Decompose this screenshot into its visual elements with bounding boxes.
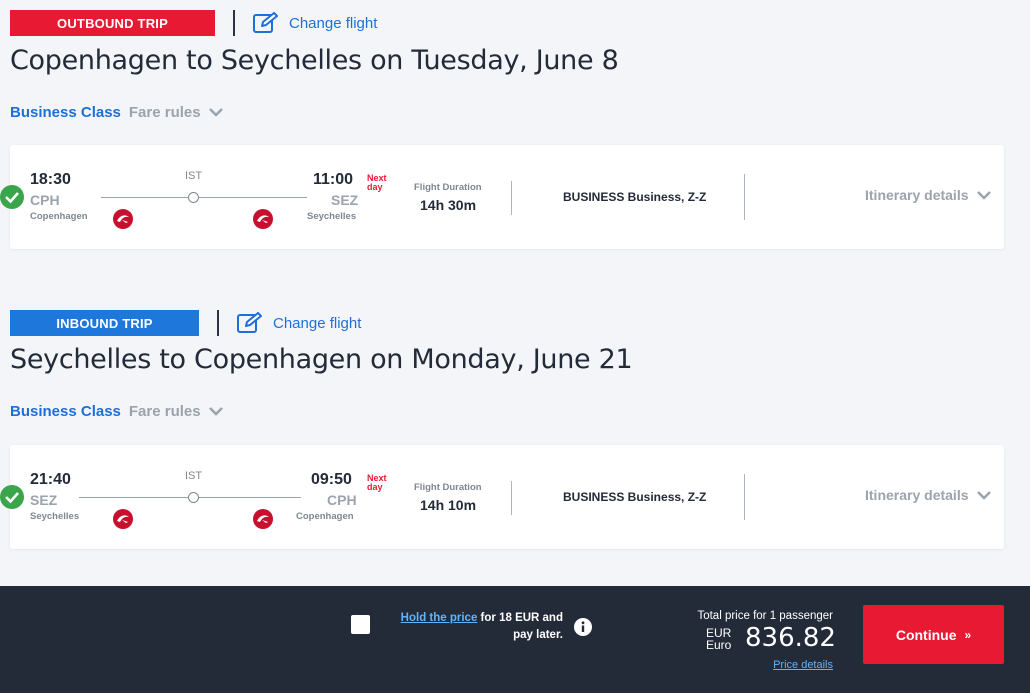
change-flight-label: Change flight xyxy=(289,14,378,32)
stopover-code: IST xyxy=(185,470,203,482)
class-name: Business Class xyxy=(10,403,121,420)
hold-price-checkbox[interactable] xyxy=(351,615,370,634)
flight-duration-label: Flight Duration xyxy=(414,482,482,493)
departure-time: 18:30 xyxy=(30,171,71,188)
route-line xyxy=(79,497,188,498)
next-day-line-2: day xyxy=(367,182,383,192)
card-divider xyxy=(744,174,745,220)
airline-logo-icon xyxy=(253,209,273,229)
hold-price-rest: for 18 EUR and xyxy=(477,612,563,624)
cabin-class: BUSINESS Business, Z-Z xyxy=(563,190,707,204)
next-day-line-2: day xyxy=(367,482,383,492)
outbound-fare-rules-toggle[interactable]: Fare rules xyxy=(129,104,223,121)
info-icon[interactable] xyxy=(574,618,592,636)
outbound-header: OUTBOUND TRIP Change flight xyxy=(10,10,377,36)
fare-rules-label: Fare rules xyxy=(128,403,201,420)
continue-button[interactable]: Continue » xyxy=(863,605,1004,664)
departure-city: Seychelles xyxy=(30,511,80,522)
card-divider xyxy=(744,474,745,520)
hold-price-text: Hold the price for 18 EUR and pay later. xyxy=(383,610,563,644)
header-divider xyxy=(217,310,219,336)
cabin-class: BUSINESS Business, Z-Z xyxy=(563,490,707,504)
airline-logo-icon xyxy=(253,509,273,529)
currency-name: Euro xyxy=(706,638,732,652)
airline-logo-icon xyxy=(113,209,133,229)
departure-time: 21:40 xyxy=(30,471,71,488)
hold-price-link[interactable]: Hold the price xyxy=(401,612,478,624)
itinerary-label: Itinerary details xyxy=(865,487,969,503)
arrival-time: 09:50 xyxy=(311,471,352,488)
arrival-city: Seychelles xyxy=(307,211,357,222)
outbound-class-row: Business Class Fare rules xyxy=(10,104,223,121)
outbound-trip-badge: OUTBOUND TRIP xyxy=(10,10,215,36)
itinerary-label: Itinerary details xyxy=(865,187,969,203)
inbound-header: INBOUND TRIP Change flight xyxy=(10,310,361,336)
edit-icon xyxy=(253,12,278,33)
total-price-label: Total price for 1 passenger xyxy=(697,610,833,622)
inbound-flight-card[interactable]: 21:40 SEZ Seychelles IST 09:50 CPH Copen… xyxy=(0,445,1004,549)
airline-logo-icon xyxy=(113,509,133,529)
inbound-route-title: Seychelles to Copenhagen on Monday, June… xyxy=(10,344,633,375)
outbound-route-title: Copenhagen to Seychelles on Tuesday, Jun… xyxy=(10,45,619,76)
route-line xyxy=(199,497,301,498)
price-footer: Hold the price for 18 EUR and pay later.… xyxy=(0,586,1030,693)
outbound-flight-card[interactable]: 18:30 CPH Copenhagen IST 11:00 SEZ Seych… xyxy=(0,145,1004,249)
change-flight-label: Change flight xyxy=(273,314,362,332)
card-divider xyxy=(511,181,512,215)
fare-rules-label: Fare rules xyxy=(128,104,201,121)
next-day-label: Next day xyxy=(367,174,387,192)
arrival-time: 11:00 xyxy=(313,171,354,188)
route-line xyxy=(101,197,192,198)
inbound-itinerary-details-toggle[interactable]: Itinerary details xyxy=(865,487,991,503)
hold-price-rest-2: pay later. xyxy=(513,629,563,641)
chevron-down-icon xyxy=(208,108,223,117)
inbound-class-row: Business Class Fare rules xyxy=(10,403,223,420)
arrival-city: Copenhagen xyxy=(296,511,354,522)
arrival-airport-code: CPH xyxy=(327,492,357,508)
currency: EUR Euro xyxy=(706,627,731,651)
departure-city: Copenhagen xyxy=(30,211,88,222)
departure-airport-code: SEZ xyxy=(30,492,58,508)
class-name: Business Class xyxy=(10,104,121,121)
inbound-fare-rules-toggle[interactable]: Fare rules xyxy=(129,403,223,420)
stopover-code: IST xyxy=(185,170,203,182)
outbound-change-flight-button[interactable]: Change flight xyxy=(253,12,377,34)
header-divider xyxy=(233,10,235,36)
inbound-change-flight-button[interactable]: Change flight xyxy=(237,312,361,334)
arrival-airport-code: SEZ xyxy=(331,192,359,208)
double-chevron-right-icon: » xyxy=(964,627,972,642)
flight-duration-label: Flight Duration xyxy=(414,182,482,193)
inbound-trip-badge: INBOUND TRIP xyxy=(10,310,199,336)
total-price: 836.82 xyxy=(745,623,836,653)
outbound-itinerary-details-toggle[interactable]: Itinerary details xyxy=(865,187,991,203)
stopover-dot xyxy=(188,492,199,503)
card-divider xyxy=(511,481,512,515)
chevron-down-icon xyxy=(208,407,223,416)
price-details-link[interactable]: Price details xyxy=(773,659,833,671)
check-circle-icon xyxy=(0,485,24,509)
flight-duration-value: 14h 10m xyxy=(420,497,477,513)
departure-airport-code: CPH xyxy=(30,192,60,208)
stopover-dot xyxy=(188,192,199,203)
flight-duration-value: 14h 30m xyxy=(420,197,477,213)
edit-icon xyxy=(237,312,262,333)
route-line xyxy=(199,197,307,198)
chevron-down-icon xyxy=(976,190,991,200)
check-circle-icon xyxy=(0,185,24,209)
continue-label: Continue xyxy=(895,626,957,643)
next-day-label: Next day xyxy=(367,474,387,492)
chevron-down-icon xyxy=(976,490,991,500)
